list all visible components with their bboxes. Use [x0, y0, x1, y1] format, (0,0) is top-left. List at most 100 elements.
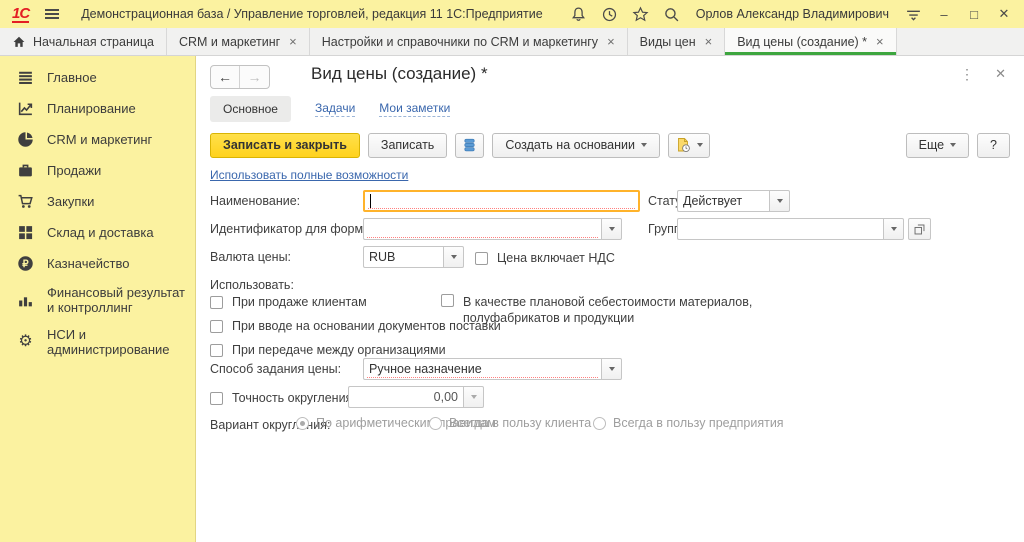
- rounding-client-favor-radio[interactable]: [429, 417, 442, 430]
- save-and-close-button[interactable]: Записать и закрыть: [210, 133, 360, 158]
- open-windows-tabbar: Начальная страница CRM и маркетинг × Нас…: [0, 28, 1024, 56]
- required-field-marker: [367, 377, 598, 378]
- rounding-precision-input[interactable]: 0,00: [348, 386, 463, 408]
- tab-my-notes[interactable]: Мои заметки: [379, 101, 450, 117]
- help-label: ?: [990, 138, 997, 152]
- use-planned-cost-label[interactable]: В качестве плановой себестоимости матери…: [463, 294, 783, 326]
- use-planned-cost-checkbox[interactable]: [441, 294, 454, 307]
- rounding-arithmetic-radio[interactable]: [296, 417, 309, 430]
- chevron-down-icon: [609, 227, 615, 231]
- sidebar-item-label: Финансовый результат и контроллинг: [47, 285, 187, 315]
- tab-home[interactable]: Начальная страница: [0, 28, 167, 55]
- sidebar-item-finance[interactable]: Финансовый результат и контроллинг: [0, 279, 195, 321]
- sidebar-item-planning[interactable]: Планирование: [0, 93, 195, 124]
- gear-icon: ⚙: [17, 334, 34, 350]
- window-close-button[interactable]: ✕: [996, 6, 1012, 22]
- change-history-button[interactable]: [668, 133, 710, 158]
- tab-main[interactable]: Основное: [210, 96, 291, 122]
- vat-included-checkbox[interactable]: [475, 252, 488, 265]
- sidebar-item-label: Склад и доставка: [47, 225, 154, 240]
- chevron-down-icon: [697, 143, 703, 147]
- sidebar-item-purchases[interactable]: Закупки: [0, 186, 195, 217]
- use-supply-docs-checkbox[interactable]: [210, 320, 223, 333]
- status-value: Действует: [683, 194, 742, 208]
- identifier-dropdown-button[interactable]: [601, 218, 622, 240]
- method-dropdown-button[interactable]: [601, 358, 622, 380]
- rounding-precision-checkbox[interactable]: [210, 392, 223, 405]
- svg-text:₽: ₽: [22, 259, 29, 270]
- tab-label: CRM и маркетинг: [179, 35, 280, 49]
- service-menu-icon[interactable]: [905, 6, 922, 23]
- group-dropdown-button[interactable]: [883, 218, 904, 240]
- save-label: Записать: [381, 138, 434, 152]
- currency-input[interactable]: RUB: [363, 246, 443, 268]
- method-input[interactable]: Ручное назначение: [363, 358, 601, 380]
- group-open-button[interactable]: [908, 218, 931, 240]
- window-minimize-button[interactable]: –: [936, 7, 952, 22]
- form-title: Вид цены (создание) *: [311, 64, 488, 84]
- sidebar-item-crm[interactable]: CRM и маркетинг: [0, 124, 195, 155]
- sidebar-item-warehouse[interactable]: Склад и доставка: [0, 217, 195, 248]
- tab-close-icon[interactable]: ×: [607, 34, 615, 49]
- rounding-client-favor-label[interactable]: Всегда в пользу клиента: [449, 416, 591, 430]
- tab-close-icon[interactable]: ×: [289, 34, 297, 49]
- more-button[interactable]: Еще: [906, 133, 969, 158]
- forward-button[interactable]: →: [240, 66, 269, 88]
- save-button[interactable]: Записать: [368, 133, 447, 158]
- identifier-input[interactable]: [363, 218, 601, 240]
- tab-tasks[interactable]: Задачи: [315, 101, 355, 117]
- history-icon[interactable]: [601, 6, 618, 23]
- group-input[interactable]: [677, 218, 883, 240]
- help-button[interactable]: ?: [977, 133, 1010, 158]
- favorites-star-icon[interactable]: [632, 6, 649, 23]
- rounding-precision-value: 0,00: [434, 390, 458, 404]
- planning-chart-icon: [17, 100, 34, 117]
- name-input[interactable]: [363, 190, 640, 212]
- tab-close-icon[interactable]: ×: [705, 34, 713, 49]
- tab-close-icon[interactable]: ×: [876, 34, 884, 49]
- status-dropdown-button[interactable]: [769, 190, 790, 212]
- document-register-records-button[interactable]: [455, 133, 484, 158]
- sidebar-item-label: CRM и маркетинг: [47, 132, 152, 147]
- tab-label: Вид цены (создание) *: [737, 35, 867, 49]
- back-button[interactable]: ←: [211, 66, 240, 88]
- use-full-features-link[interactable]: Использовать полные возможности: [210, 168, 408, 182]
- currency-dropdown-button[interactable]: [443, 246, 464, 268]
- rounding-company-favor-radio[interactable]: [593, 417, 606, 430]
- tab-label: Начальная страница: [33, 35, 154, 49]
- form-nav-tabs: Основное Задачи Мои заметки: [210, 96, 450, 122]
- use-sale-checkbox[interactable]: [210, 296, 223, 309]
- more-label: Еще: [919, 138, 944, 152]
- tab-crm-marketing[interactable]: CRM и маркетинг ×: [167, 28, 310, 55]
- tab-price-kind-new[interactable]: Вид цены (создание) * ×: [725, 28, 896, 55]
- window-maximize-button[interactable]: □: [966, 7, 982, 22]
- tab-price-kinds[interactable]: Виды цен ×: [628, 28, 726, 55]
- current-user[interactable]: Орлов Александр Владимирович: [696, 7, 889, 21]
- rounding-company-favor-label[interactable]: Всегда в пользу предприятия: [613, 416, 784, 430]
- status-input[interactable]: Действует: [677, 190, 769, 212]
- form-close-icon[interactable]: ✕: [995, 66, 1006, 82]
- more-vert-icon[interactable]: ⋮: [960, 66, 974, 83]
- sidebar-item-treasury[interactable]: ₽ Казначейство: [0, 248, 195, 279]
- rounding-precision-dropdown-button[interactable]: [463, 386, 484, 408]
- home-icon: [12, 35, 26, 49]
- chevron-down-icon: [641, 143, 647, 147]
- use-interorg-checkbox[interactable]: [210, 344, 223, 357]
- sidebar-item-administration[interactable]: ⚙ НСИ и администрирование: [0, 321, 195, 363]
- chevron-down-icon: [609, 367, 615, 371]
- 1c-logo: 1С: [12, 6, 29, 23]
- main-menu-icon[interactable]: [45, 9, 59, 19]
- create-based-on-button[interactable]: Создать на основании: [492, 133, 660, 158]
- app-title: Демонстрационная база / Управление торго…: [81, 7, 543, 21]
- sidebar-item-sales[interactable]: Продажи: [0, 155, 195, 186]
- form-nav-buttons: ← →: [210, 65, 270, 89]
- vat-included-label[interactable]: Цена включает НДС: [497, 250, 615, 266]
- use-sale-label[interactable]: При продаже клиентам: [232, 294, 367, 310]
- use-interorg-label[interactable]: При передаче между организациями: [232, 342, 446, 358]
- sidebar-item-main[interactable]: Главное: [0, 62, 195, 93]
- search-icon[interactable]: [663, 6, 680, 23]
- use-section-label: Использовать:: [210, 274, 294, 296]
- rounding-precision-label[interactable]: Точность округления:: [232, 390, 356, 406]
- tab-crm-settings[interactable]: Настройки и справочники по CRM и маркети…: [310, 28, 628, 55]
- notifications-bell-icon[interactable]: [570, 6, 587, 23]
